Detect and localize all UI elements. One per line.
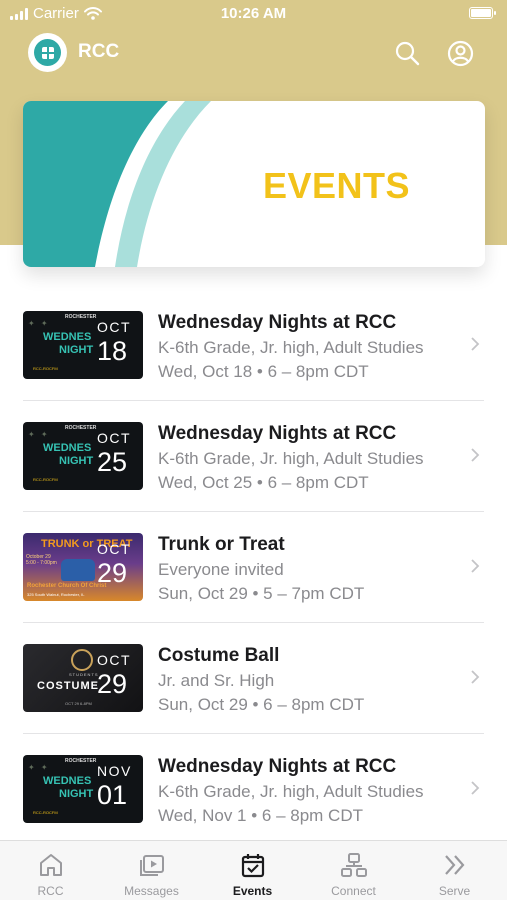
thumb-text-1: WEDNES bbox=[43, 775, 92, 787]
thumb-day: 25 bbox=[97, 447, 128, 477]
app-header: RCC bbox=[0, 30, 507, 76]
tab-messages[interactable]: Messages bbox=[101, 841, 202, 900]
event-date: Wed, Oct 18 • 6 – 8pm CDT bbox=[158, 362, 369, 381]
thumb-month: OCT bbox=[97, 541, 132, 557]
video-library-icon bbox=[139, 855, 164, 876]
tab-rcc[interactable]: RCC bbox=[0, 841, 101, 900]
tab-serve[interactable]: Serve bbox=[404, 841, 505, 900]
thumb-footer: RCC-ROCFM bbox=[33, 477, 58, 482]
thumb-footer: 325 South Walnut, Rochester, IL bbox=[27, 592, 85, 597]
events-hero-card: EVENTS bbox=[23, 101, 485, 267]
event-thumbnail: ✦ ✦ ROCHESTER WEDNES NIGHT NOV 01 RCC-RO… bbox=[23, 755, 143, 823]
tab-label: RCC bbox=[37, 884, 64, 898]
thumb-footer: RCC-ROCFM bbox=[33, 810, 58, 815]
thumb-day: 29 bbox=[97, 669, 128, 699]
students-logo-icon bbox=[71, 649, 93, 671]
event-title: Wednesday Nights at RCC bbox=[158, 756, 397, 777]
account-button[interactable] bbox=[445, 38, 475, 68]
hero-title: EVENTS bbox=[263, 165, 411, 206]
chevron-right-icon bbox=[471, 781, 480, 795]
event-subtitle: K-6th Grade, Jr. high, Adult Studies bbox=[158, 338, 424, 357]
event-item[interactable]: TRUNK or TREAT October 29 5:00 - 7:00pm … bbox=[0, 512, 507, 623]
chevron-right-icon bbox=[471, 337, 480, 351]
tab-events[interactable]: Events bbox=[202, 841, 303, 900]
thumb-footer: RCC-ROCFM bbox=[33, 366, 58, 371]
thumb-brand: ROCHESTER bbox=[65, 425, 97, 431]
search-button[interactable] bbox=[392, 38, 422, 68]
event-date: Sun, Oct 29 • 5 – 7pm CDT bbox=[158, 584, 365, 603]
church-logo[interactable] bbox=[28, 33, 67, 72]
car-graphic bbox=[61, 559, 95, 581]
chevron-right-icon bbox=[471, 448, 480, 462]
thumb-text-2: NIGHT bbox=[59, 344, 94, 356]
tab-label: Connect bbox=[331, 884, 376, 898]
double-chevron-right-icon bbox=[444, 855, 464, 875]
thumb-text-2: October 29 5:00 - 7:00pm bbox=[26, 554, 57, 566]
event-thumbnail: TRUNK or TREAT October 29 5:00 - 7:00pm … bbox=[23, 533, 143, 601]
event-title: Costume Ball bbox=[158, 645, 280, 666]
app-title: RCC bbox=[78, 41, 120, 62]
thumb-brand: ROCHESTER bbox=[65, 314, 97, 320]
event-date: Wed, Oct 25 • 6 – 8pm CDT bbox=[158, 473, 369, 492]
event-title: Wednesday Nights at RCC bbox=[158, 312, 397, 333]
thumb-month: OCT bbox=[97, 652, 132, 668]
event-title: Wednesday Nights at RCC bbox=[158, 423, 397, 444]
thumb-text-1: WEDNES bbox=[43, 442, 92, 454]
search-icon bbox=[395, 41, 420, 66]
thumb-brand: Rochester Church Of Christ bbox=[27, 583, 107, 589]
battery-icon bbox=[469, 7, 496, 19]
tab-label: Events bbox=[232, 884, 273, 898]
home-icon bbox=[39, 854, 62, 876]
event-thumbnail: ✦ ✦ ROCHESTER WEDNES NIGHT OCT 25 RCC-RO… bbox=[23, 422, 143, 490]
event-item[interactable]: ✦ ✦ ROCHESTER WEDNES NIGHT NOV 01 RCC-RO… bbox=[0, 734, 507, 845]
thumb-text-2: NIGHT bbox=[59, 455, 94, 467]
event-item[interactable]: ✦ ✦ ROCHESTER WEDNES NIGHT OCT 18 RCC-RO… bbox=[0, 290, 507, 401]
chevron-right-icon bbox=[471, 670, 480, 684]
event-subtitle: K-6th Grade, Jr. high, Adult Studies bbox=[158, 782, 424, 801]
thumb-text-1: COSTUME bbox=[37, 680, 99, 692]
thumb-footer: OCT 29 6-8PM bbox=[65, 701, 92, 706]
thumb-month: NOV bbox=[97, 763, 132, 779]
calendar-icon bbox=[241, 854, 264, 878]
thumb-month: OCT bbox=[97, 430, 132, 446]
event-subtitle: K-6th Grade, Jr. high, Adult Studies bbox=[158, 449, 424, 468]
event-subtitle: Everyone invited bbox=[158, 560, 284, 579]
tab-bar: RCC Messages Events Connect Serve bbox=[0, 840, 507, 900]
thumb-brand: ROCHESTER bbox=[65, 758, 97, 764]
event-date: Wed, Nov 1 • 6 – 8pm CDT bbox=[158, 806, 363, 825]
event-subtitle: Jr. and Sr. High bbox=[158, 671, 275, 690]
event-thumbnail: ✦ ✦ ROCHESTER WEDNES NIGHT OCT 18 RCC-RO… bbox=[23, 311, 143, 379]
event-item[interactable]: STUDENTS COSTUME OCT 29 OCT 29 6-8PM Cos… bbox=[0, 623, 507, 734]
people-network-icon bbox=[340, 853, 367, 877]
hero-swoosh-graphic bbox=[23, 101, 211, 267]
tab-connect[interactable]: Connect bbox=[303, 841, 404, 900]
thumb-text-2: NIGHT bbox=[59, 788, 94, 800]
event-title: Trunk or Treat bbox=[158, 534, 285, 555]
thumb-month: OCT bbox=[97, 319, 132, 335]
thumb-day: 01 bbox=[97, 780, 128, 810]
thumb-text-1: WEDNES bbox=[43, 331, 92, 343]
thumb-day: 18 bbox=[97, 336, 128, 366]
thumb-text-2: STUDENTS bbox=[69, 672, 99, 677]
status-time: 10:26 AM bbox=[220, 5, 287, 22]
logo-mark-icon bbox=[34, 39, 61, 66]
tab-label: Serve bbox=[438, 884, 471, 898]
event-date: Sun, Oct 29 • 6 – 8pm CDT bbox=[158, 695, 365, 714]
chevron-right-icon bbox=[471, 559, 480, 573]
event-item[interactable]: ✦ ✦ ROCHESTER WEDNES NIGHT OCT 25 RCC-RO… bbox=[0, 401, 507, 512]
tab-label: Messages bbox=[124, 884, 179, 898]
status-bar: Carrier 10:26 AM bbox=[0, 0, 507, 30]
account-icon bbox=[447, 40, 473, 66]
event-thumbnail: STUDENTS COSTUME OCT 29 OCT 29 6-8PM bbox=[23, 644, 143, 712]
